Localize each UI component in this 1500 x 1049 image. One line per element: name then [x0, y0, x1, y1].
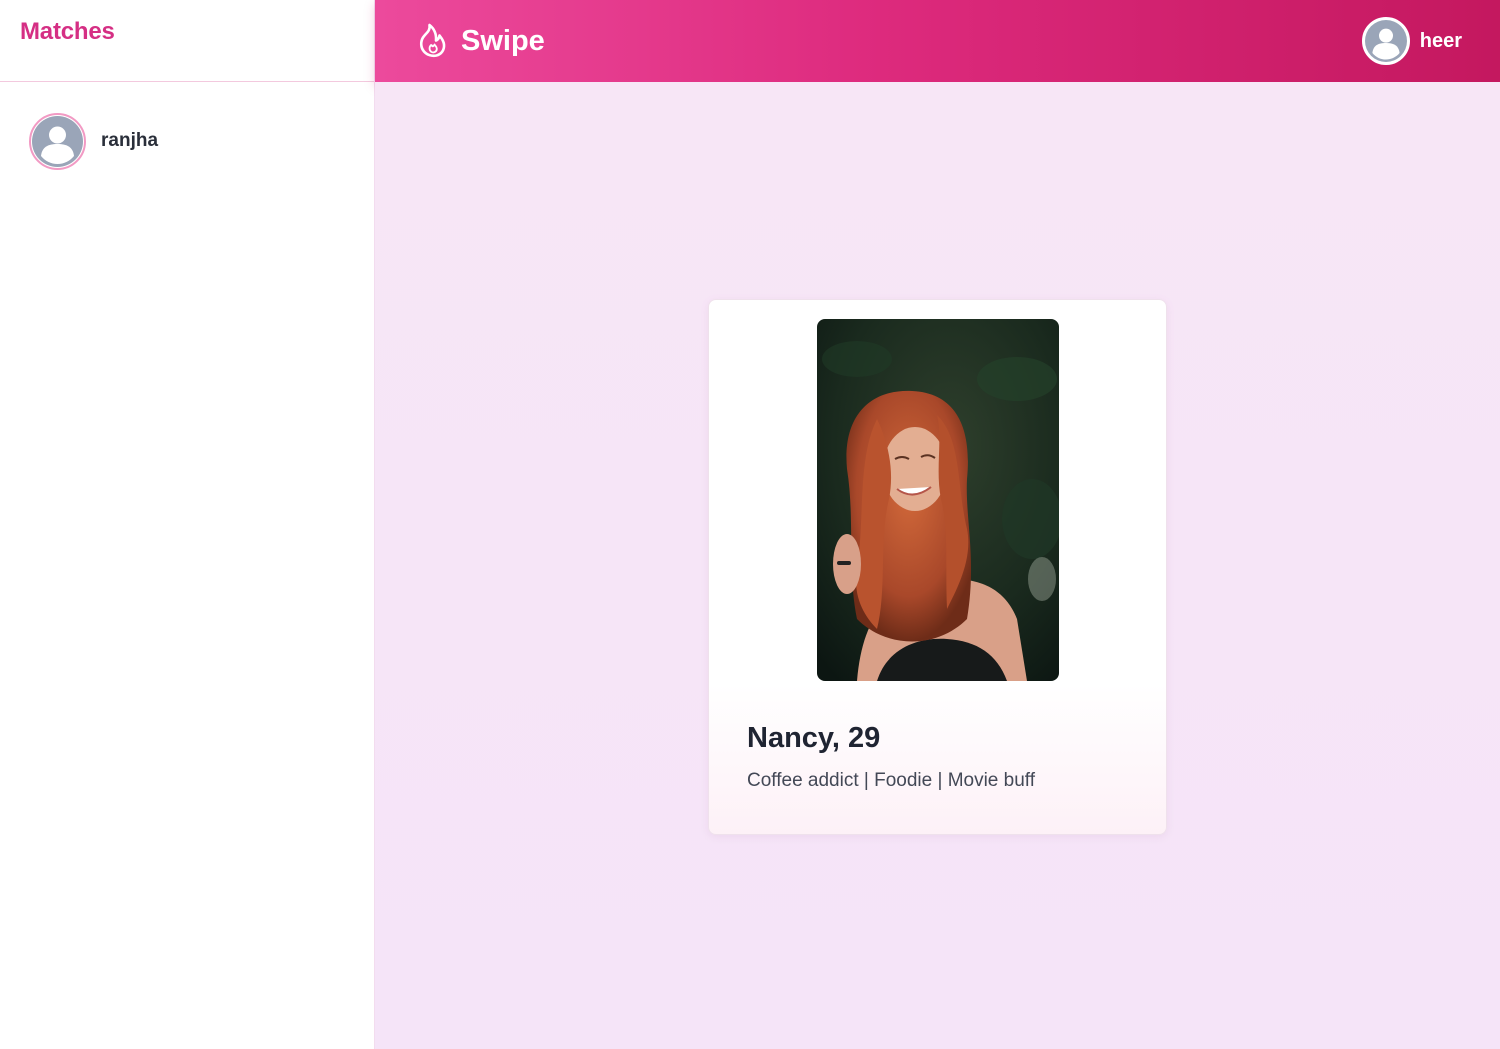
top-header: Swipe heer	[375, 0, 1500, 82]
matches-sidebar: Matches ranjha	[0, 0, 375, 1049]
profile-photo	[817, 319, 1059, 681]
user-name: heer	[1419, 29, 1462, 52]
sidebar-title: Matches	[20, 18, 115, 45]
flame-icon	[419, 23, 446, 58]
profile-photo-image	[817, 319, 1059, 681]
brand-logo-link[interactable]: Swipe	[417, 23, 545, 59]
match-avatar	[29, 112, 86, 170]
user-avatar	[1361, 17, 1410, 65]
profile-card[interactable]: Nancy, 29 Coffee addict | Foodie | Movie…	[708, 299, 1167, 835]
profile-bio: Coffee addict | Foodie | Movie buff	[747, 770, 1036, 791]
user-avatar-placeholder-icon	[32, 115, 83, 167]
profile-name-age: Nancy, 29	[747, 722, 881, 754]
sidebar-header: Matches	[0, 0, 374, 82]
match-item[interactable]: ranjha	[29, 111, 374, 171]
user-avatar-placeholder-icon	[1364, 20, 1407, 62]
user-menu[interactable]: heer	[1361, 17, 1462, 65]
brand-name: Swipe	[461, 24, 545, 57]
app-root: Matches ranjha Swipe heer Nancy, 29 Coff…	[0, 0, 1500, 1049]
swipe-area: Nancy, 29 Coffee addict | Foodie | Movie…	[375, 82, 1500, 1049]
match-name: ranjha	[101, 130, 159, 151]
